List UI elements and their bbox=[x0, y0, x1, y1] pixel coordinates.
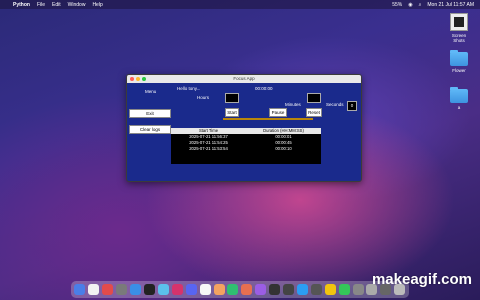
dock-app-icon[interactable] bbox=[130, 284, 142, 295]
dock-app-icon[interactable] bbox=[352, 284, 364, 295]
progress-slider[interactable] bbox=[223, 118, 313, 120]
focus-app-window: Focus App Menu Hello tony... 00:00:00 Ho… bbox=[126, 74, 362, 182]
maximize-icon[interactable] bbox=[142, 77, 146, 81]
dock-app-icon[interactable] bbox=[88, 284, 100, 295]
hours-label: Hours bbox=[197, 95, 210, 100]
dock-app-icon[interactable] bbox=[366, 284, 378, 295]
dock-app-icon[interactable] bbox=[255, 284, 267, 295]
dock-app-icon[interactable] bbox=[102, 284, 114, 295]
minimize-icon[interactable] bbox=[136, 77, 140, 81]
dock-app-icon[interactable] bbox=[185, 284, 197, 295]
greeting: Hello tony... bbox=[177, 86, 201, 91]
minutes-input[interactable] bbox=[307, 93, 321, 103]
cell-start-time: 2025-07-21 11:53:54 bbox=[189, 146, 228, 151]
folder-icon bbox=[450, 87, 468, 103]
dock-app-icon[interactable] bbox=[74, 284, 86, 295]
start-button[interactable]: Start bbox=[225, 108, 239, 117]
folder-icon bbox=[450, 50, 468, 66]
seconds-input[interactable]: 0 bbox=[347, 101, 357, 111]
minutes-label: Minutes bbox=[285, 102, 301, 107]
dock-app-icon[interactable] bbox=[157, 284, 169, 295]
clear-logs-button[interactable]: Clear logs bbox=[129, 125, 171, 134]
menu-bar: Python File Edit Window Help 55% ◉ ⌕ Mon… bbox=[0, 0, 480, 9]
menu-window[interactable]: Window bbox=[68, 2, 86, 8]
desktop-item-a[interactable]: a bbox=[449, 87, 469, 110]
desktop-item-label: Flower bbox=[452, 68, 466, 73]
dock-app-icon[interactable] bbox=[269, 284, 281, 295]
dock-app-icon[interactable] bbox=[380, 284, 392, 295]
dock-app-icon[interactable] bbox=[199, 284, 211, 295]
battery-percent[interactable]: 55% bbox=[392, 2, 402, 8]
menu-edit[interactable]: Edit bbox=[52, 2, 61, 8]
table-row: 2025-07-21 11:53:54 00:00:10 bbox=[171, 146, 321, 152]
menu-app-name[interactable]: Python bbox=[13, 2, 30, 8]
desktop-item-screenshots[interactable]: Screen Shots bbox=[449, 13, 469, 43]
desktop-item-label: Screen Shots bbox=[451, 33, 467, 43]
menubar-clock[interactable]: Mon 21 Jul 11:57 AM bbox=[427, 2, 474, 8]
cell-duration: 00:00:10 bbox=[275, 146, 292, 151]
reset-button[interactable]: Reset bbox=[306, 108, 322, 117]
dock-app-icon[interactable] bbox=[338, 284, 350, 295]
pause-button[interactable]: Pause bbox=[269, 108, 287, 117]
dock bbox=[71, 281, 409, 298]
window-titlebar[interactable]: Focus App bbox=[127, 75, 361, 83]
window-title: Focus App bbox=[233, 76, 255, 81]
session-log-table: Start Time Duration (HH:MM:SS) 2025-07-2… bbox=[171, 128, 321, 164]
close-icon[interactable] bbox=[130, 77, 134, 81]
dock-app-icon[interactable] bbox=[296, 284, 308, 295]
dock-app-icon[interactable] bbox=[394, 284, 406, 295]
dock-app-icon[interactable] bbox=[283, 284, 295, 295]
dock-app-icon[interactable] bbox=[324, 284, 336, 295]
dock-app-icon[interactable] bbox=[241, 284, 253, 295]
desktop-item-label: a bbox=[457, 105, 461, 110]
wifi-icon[interactable]: ◉ bbox=[408, 2, 412, 8]
timer-display: 00:00:00 bbox=[255, 86, 273, 91]
dock-app-icon[interactable] bbox=[310, 284, 322, 295]
screenshot-icon bbox=[450, 13, 468, 31]
dock-app-icon[interactable] bbox=[213, 284, 225, 295]
dock-app-icon[interactable] bbox=[143, 284, 155, 295]
hours-input[interactable] bbox=[225, 93, 239, 103]
dock-app-icon[interactable] bbox=[116, 284, 128, 295]
exit-button[interactable]: Exit bbox=[129, 109, 171, 118]
dock-app-icon[interactable] bbox=[227, 284, 239, 295]
desktop-item-flower[interactable]: Flower bbox=[449, 50, 469, 73]
dock-app-icon[interactable] bbox=[171, 284, 183, 295]
search-icon[interactable]: ⌕ bbox=[419, 2, 422, 8]
menu-label: Menu bbox=[145, 89, 157, 94]
menu-help[interactable]: Help bbox=[92, 2, 102, 8]
menu-file[interactable]: File bbox=[37, 2, 45, 8]
seconds-label: Seconds bbox=[326, 102, 344, 107]
